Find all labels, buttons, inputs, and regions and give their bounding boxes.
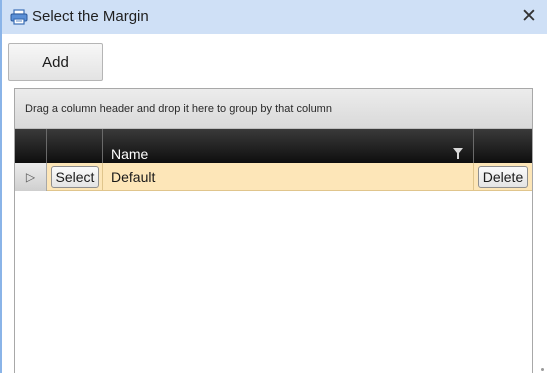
current-row-icon: ▷ — [25, 170, 36, 184]
header-select-column[interactable] — [47, 129, 103, 163]
add-button[interactable]: Add — [8, 43, 103, 81]
title-bar: Select the Margin ✕ — [2, 0, 547, 34]
row-indicator[interactable]: ▷ — [15, 163, 47, 191]
delete-button[interactable]: Delete — [478, 166, 528, 188]
select-button[interactable]: Select — [51, 166, 99, 188]
delete-cell: Delete — [474, 163, 532, 191]
filter-icon[interactable] — [453, 148, 463, 159]
group-by-panel[interactable]: Drag a column header and drop it here to… — [15, 89, 532, 129]
resize-grip[interactable] — [541, 368, 544, 371]
select-cell: Select — [47, 163, 103, 191]
table-row[interactable]: ▷ Select Default Delete — [15, 163, 532, 191]
close-icon[interactable]: ✕ — [521, 6, 537, 27]
header-name-column[interactable]: Name — [103, 129, 474, 163]
group-panel-hint: Drag a column header and drop it here to… — [25, 103, 332, 115]
printer-icon — [10, 9, 28, 25]
margin-grid: Drag a column header and drop it here to… — [14, 88, 533, 373]
grid-header-row: Name — [15, 129, 532, 163]
name-cell[interactable]: Default — [103, 163, 474, 191]
header-delete-column[interactable] — [474, 129, 532, 163]
header-name-label: Name — [111, 146, 149, 162]
dialog-window: Select the Margin ✕ Add Drag a column he… — [0, 0, 547, 373]
window-title: Select the Margin — [32, 8, 149, 25]
header-indicator-cell — [15, 129, 47, 163]
close-button[interactable]: ✕ — [515, 4, 543, 30]
name-value: Default — [111, 169, 156, 185]
